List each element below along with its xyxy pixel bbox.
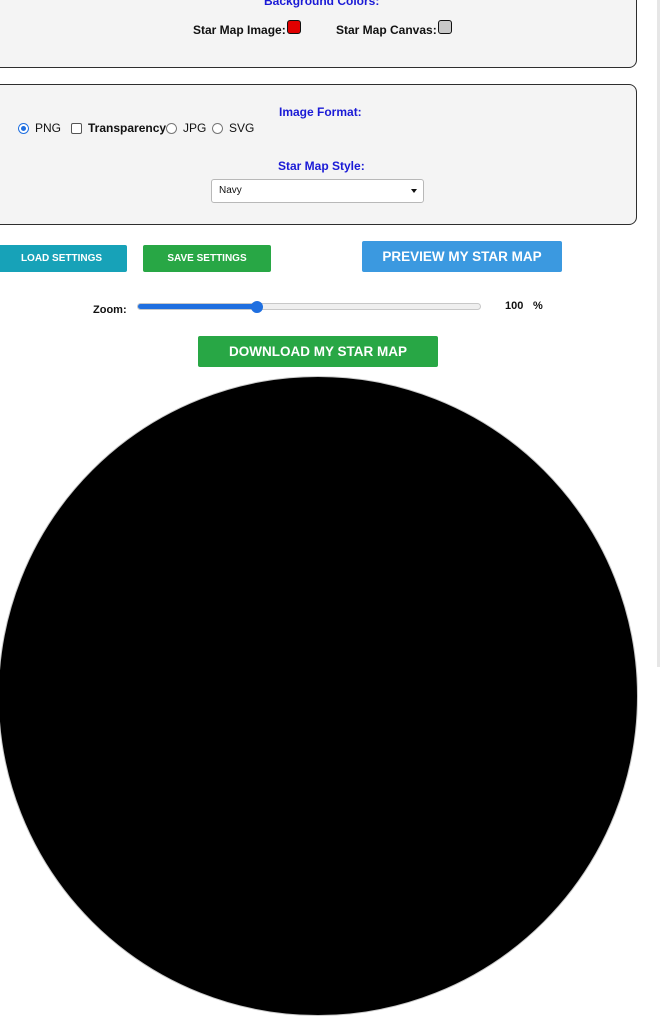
format-option-jpg[interactable]: JPG	[166, 121, 206, 135]
zoom-slider-fill	[138, 304, 258, 309]
zoom-slider-track[interactable]	[137, 303, 481, 310]
star-map-style-value: Navy	[219, 185, 242, 196]
star-map-preview	[0, 376, 638, 1016]
zoom-value: 100	[505, 300, 524, 312]
star-map-canvas-color-swatch[interactable]	[438, 20, 452, 34]
png-label: PNG	[35, 121, 62, 135]
format-option-svg[interactable]: SVG	[212, 121, 254, 135]
format-option-png[interactable]: PNG	[18, 121, 61, 135]
zoom-unit: %	[533, 300, 543, 312]
star-map-image-color-swatch[interactable]	[287, 20, 301, 34]
save-settings-button[interactable]: SAVE SETTINGS	[143, 245, 271, 272]
background-colors-panel	[0, 0, 637, 68]
star-map-image-label: Star Map Image:	[193, 23, 286, 37]
svg-label: SVG	[229, 121, 255, 135]
image-format-title: Image Format:	[279, 105, 362, 119]
star-map-style-title: Star Map Style:	[278, 159, 365, 173]
star-map-style-select[interactable]: Navy	[211, 179, 424, 203]
transparency-label: Transparency	[88, 121, 167, 135]
background-colors-title: Background Colors:	[264, 0, 380, 8]
load-settings-button[interactable]: LOAD SETTINGS	[0, 245, 127, 272]
svg-radio[interactable]	[212, 122, 223, 134]
preview-star-map-button[interactable]: PREVIEW MY STAR MAP	[362, 241, 562, 272]
download-star-map-button[interactable]: DOWNLOAD MY STAR MAP	[198, 336, 438, 367]
star-map-canvas-label: Star Map Canvas:	[336, 23, 437, 37]
png-radio[interactable]	[18, 122, 29, 134]
transparency-checkbox[interactable]	[71, 122, 82, 134]
format-option-transparency[interactable]: Transparency	[71, 121, 166, 135]
jpg-label: JPG	[183, 121, 207, 135]
chevron-down-icon	[411, 189, 417, 193]
jpg-radio[interactable]	[166, 122, 177, 134]
zoom-slider-thumb[interactable]	[251, 301, 264, 313]
zoom-label: Zoom:	[93, 304, 127, 316]
